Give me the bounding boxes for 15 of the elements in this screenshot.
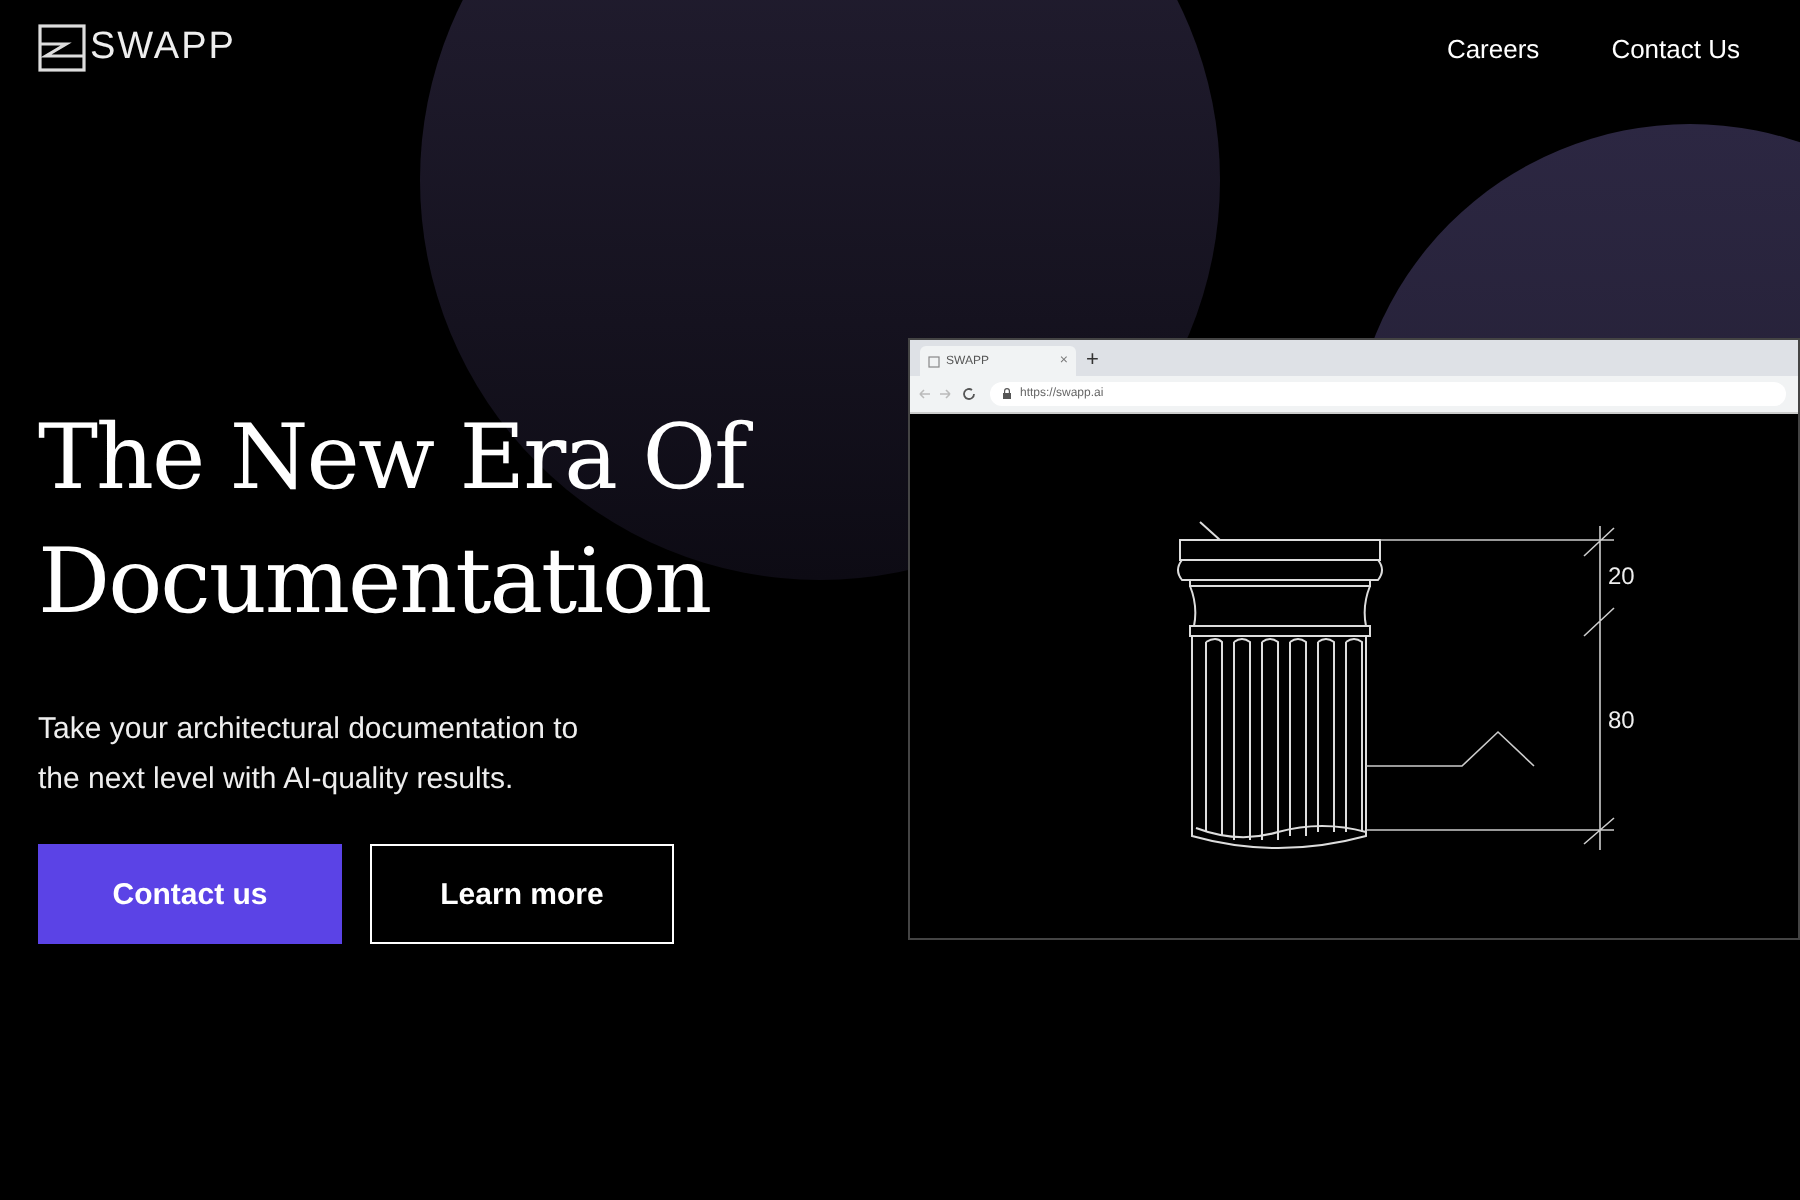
nav-link[interactable]: Contact Us [1611, 33, 1740, 63]
new-tab-button[interactable]: + [1086, 346, 1099, 376]
dimension-label: 20 [1608, 562, 1635, 590]
lock-icon [1002, 388, 1012, 400]
favicon-icon [928, 355, 940, 367]
navigation-icons[interactable] [918, 386, 978, 402]
hero-subtitle: Take your architectural documentation to the next level with AI-quality results. [38, 710, 581, 800]
hero-title: The New Era Of Documentation [38, 396, 878, 644]
dimension-label: 80 [1608, 706, 1635, 734]
learn-more-button[interactable]: Learn more [370, 844, 674, 944]
contact-button[interactable]: Contact us [38, 844, 342, 944]
logo-text: SWAPP [90, 26, 236, 70]
logo-icon [38, 24, 86, 72]
logo[interactable]: SWAPP [38, 24, 236, 72]
nav-link[interactable]: Careers [1446, 33, 1540, 63]
